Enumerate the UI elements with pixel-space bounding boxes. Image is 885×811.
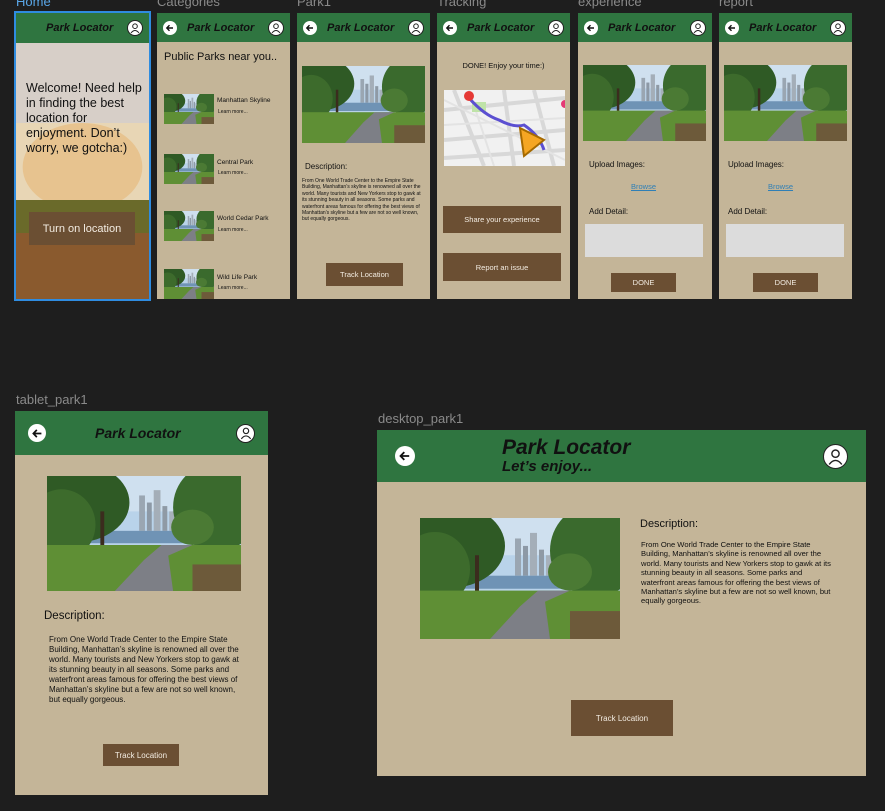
frame-label-report[interactable]: report: [719, 0, 753, 9]
tagline: Let’s enjoy...: [502, 458, 593, 475]
tracking-screen: Park Locator DONE! Enjoy your time:) Sha…: [437, 13, 570, 299]
park-name: Manhattan Skyline: [217, 97, 271, 104]
route-map-image: [444, 90, 565, 166]
done-button[interactable]: DONE: [611, 273, 676, 292]
done-message: DONE! Enjoy your time:): [462, 61, 545, 70]
park-name: World Cedar Park: [217, 215, 269, 222]
app-title: Park Locator: [95, 425, 181, 441]
park-image: [302, 66, 425, 143]
app-title: Park Locator: [467, 21, 535, 34]
frame-label-experience[interactable]: experience: [578, 0, 642, 9]
desktop-screen: Park Locator Let’s enjoy... Description:…: [377, 430, 866, 776]
welcome-text: Welcome! Need help in finding the best l…: [26, 81, 142, 155]
list-item[interactable]: Wild Life Park Learn more...: [164, 269, 288, 299]
report-screen: Park Locator Upload Images: Browse Add D…: [719, 13, 852, 299]
share-experience-button[interactable]: Share your experience: [443, 206, 561, 233]
app-title: Park Locator: [608, 21, 676, 34]
profile-icon[interactable]: [127, 20, 143, 36]
list-item[interactable]: Manhattan Skyline Learn more...: [164, 94, 288, 126]
back-arrow-icon[interactable]: [725, 20, 739, 35]
profile-icon[interactable]: [408, 19, 424, 36]
add-detail-label: Add Detail:: [728, 207, 768, 216]
back-arrow-icon[interactable]: [584, 20, 598, 35]
detail-input[interactable]: [726, 224, 844, 257]
park-thumbnail: [164, 154, 214, 184]
back-arrow-icon[interactable]: [395, 446, 415, 466]
park-thumbnail: [164, 269, 214, 299]
profile-icon[interactable]: [690, 19, 706, 36]
tablet-screen: Park Locator Description: From One World…: [15, 411, 268, 795]
park-name: Central Park: [217, 159, 254, 166]
park-thumbnail: [164, 211, 214, 241]
profile-icon[interactable]: [830, 19, 846, 36]
app-title: Park Locator: [187, 21, 255, 34]
app-title: Park Locator: [327, 21, 395, 34]
browse-link[interactable]: Browse: [768, 182, 793, 191]
categories-screen: Park Locator Public Parks near you.. Man…: [157, 13, 290, 299]
desktop-header: Park Locator Let’s enjoy...: [377, 430, 866, 482]
track-location-button[interactable]: Track Location: [571, 700, 673, 736]
back-arrow-icon[interactable]: [163, 20, 177, 35]
list-item[interactable]: Central Park Learn more...: [164, 154, 288, 186]
park-image: [583, 65, 706, 141]
description-label: Description:: [640, 518, 699, 530]
detail-input[interactable]: [585, 224, 703, 257]
profile-icon[interactable]: [236, 423, 255, 443]
park1-screen: Park Locator Description: From One World…: [297, 13, 430, 299]
frame-label-desktop[interactable]: desktop_park1: [378, 411, 463, 426]
turn-on-location-button[interactable]: Turn on location: [29, 212, 135, 245]
frame-label-park1[interactable]: Park1: [297, 0, 331, 9]
track-location-button[interactable]: Track Location: [326, 263, 403, 286]
add-detail-label: Add Detail:: [589, 207, 629, 216]
upload-images-label: Upload Images:: [728, 160, 785, 169]
profile-icon[interactable]: [823, 443, 848, 469]
categories-heading: Public Parks near you..: [164, 51, 278, 63]
list-item[interactable]: World Cedar Park Learn more...: [164, 211, 288, 243]
profile-icon[interactable]: [268, 19, 284, 36]
back-arrow-icon[interactable]: [443, 20, 457, 35]
learn-more-link[interactable]: Learn more...: [218, 285, 248, 291]
categories-header: Park Locator: [157, 13, 290, 42]
report-header: Park Locator: [719, 13, 852, 42]
park-image: [724, 65, 847, 141]
desktop-title-block: Park Locator Let’s enjoy...: [502, 436, 630, 475]
description-label: Description:: [44, 610, 105, 622]
home-screen: Park Locator Welcome! Need help in findi…: [14, 11, 151, 301]
home-background-image: [16, 13, 149, 299]
learn-more-link[interactable]: Learn more...: [218, 170, 248, 176]
back-arrow-icon[interactable]: [303, 20, 317, 35]
app-title: Park Locator: [749, 21, 817, 34]
browse-link[interactable]: Browse: [631, 182, 656, 191]
upload-images-label: Upload Images:: [589, 160, 646, 169]
back-arrow-icon[interactable]: [28, 424, 46, 442]
description-text: From One World Trade Center to the Empir…: [302, 178, 421, 223]
track-location-button[interactable]: Track Location: [103, 744, 179, 766]
park1-header: Park Locator: [297, 13, 430, 42]
done-button[interactable]: DONE: [753, 273, 818, 292]
experience-screen: Park Locator Upload Images: Browse Add D…: [578, 13, 712, 299]
profile-icon[interactable]: [548, 19, 564, 36]
frame-label-tablet[interactable]: tablet_park1: [16, 392, 88, 407]
frame-label-home[interactable]: Home: [16, 0, 51, 9]
description-text: From One World Trade Center to the Empir…: [49, 635, 239, 704]
app-title: Park Locator: [502, 436, 631, 459]
learn-more-link[interactable]: Learn more...: [218, 109, 248, 115]
home-header: Park Locator: [16, 13, 149, 43]
park-name: Wild Life Park: [217, 274, 258, 281]
tablet-header: Park Locator: [15, 411, 268, 455]
description-label: Description:: [305, 162, 348, 171]
frame-label-categories[interactable]: Categories: [157, 0, 220, 9]
park-thumbnail: [164, 94, 214, 124]
description-text: From One World Trade Center to the Empir…: [641, 540, 831, 606]
report-issue-button[interactable]: Report an issue: [443, 253, 561, 281]
park-image: [420, 518, 620, 639]
learn-more-link[interactable]: Learn more...: [218, 227, 248, 233]
park-image: [47, 476, 241, 591]
tracking-header: Park Locator: [437, 13, 570, 42]
frame-label-tracking[interactable]: Tracking: [437, 0, 486, 9]
experience-header: Park Locator: [578, 13, 712, 42]
app-title: Park Locator: [46, 22, 114, 34]
